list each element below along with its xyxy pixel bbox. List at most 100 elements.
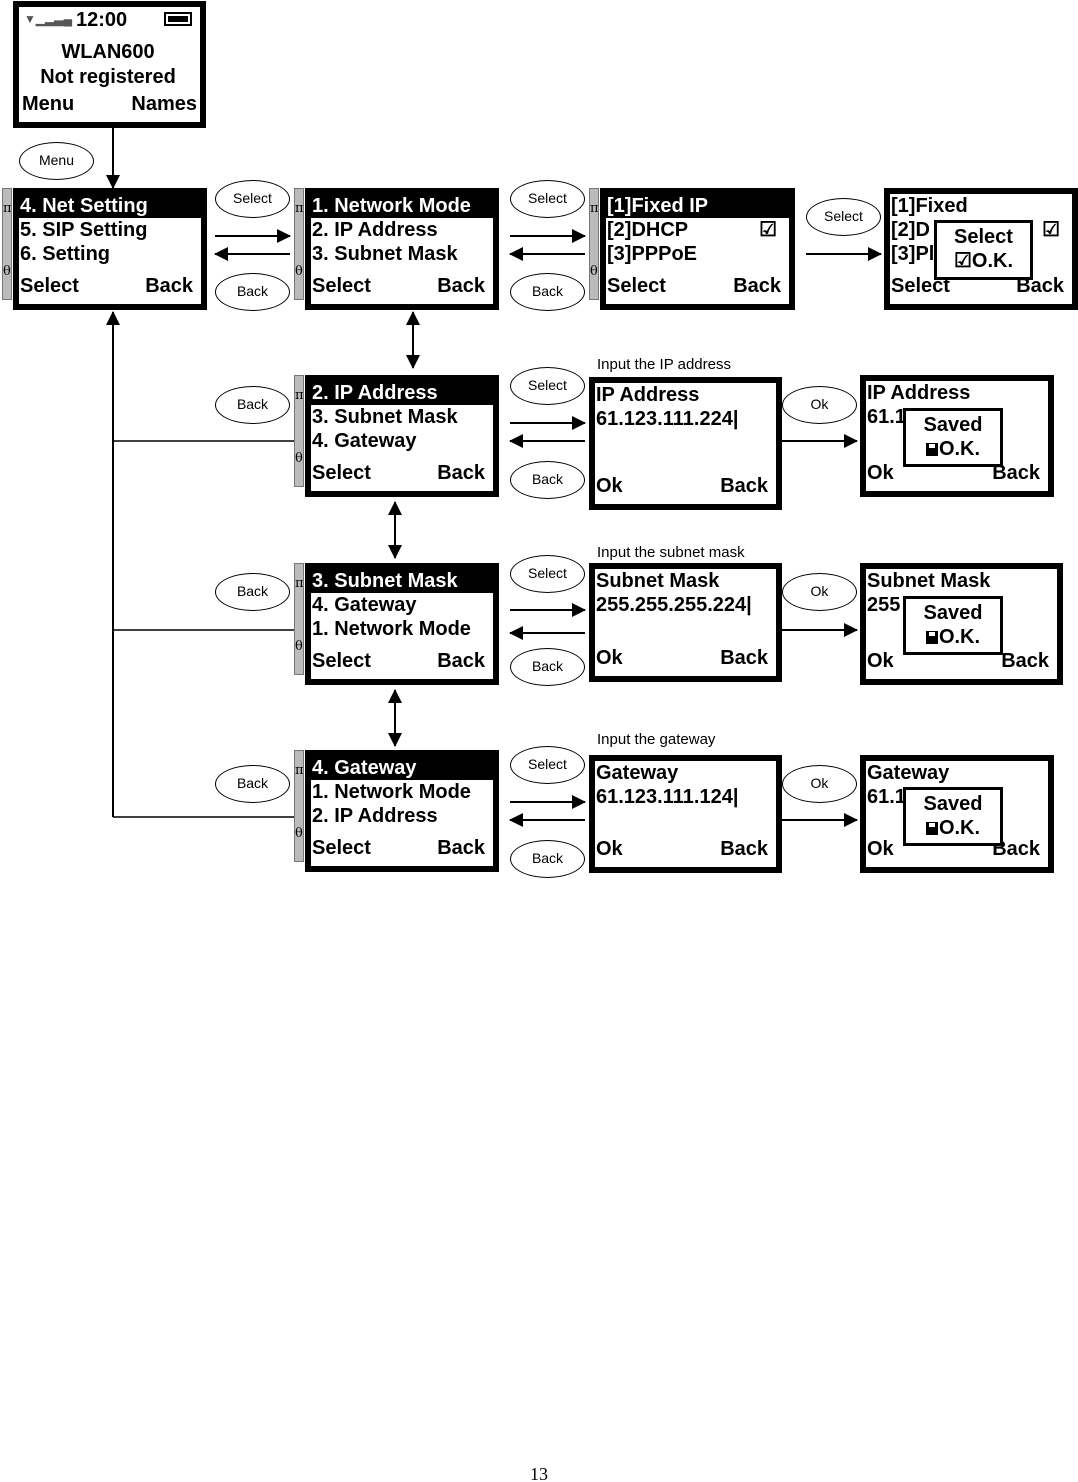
softkey-left[interactable]: Select <box>312 274 371 298</box>
screen-line: 2. IP Address <box>312 218 489 242</box>
scroll-up-icon: π <box>295 576 304 591</box>
softkey-right[interactable]: Back <box>720 646 768 670</box>
line-text: 4. Gateway <box>312 430 417 452</box>
softkey-right[interactable]: Back <box>733 274 781 298</box>
softkey-left[interactable]: Ok <box>596 646 623 670</box>
line-text: 5. SIP Setting <box>20 219 148 241</box>
key-ok-button[interactable]: Ok <box>782 386 857 424</box>
softkey-right[interactable]: Back <box>437 274 485 298</box>
floppy-disk-icon <box>925 443 938 456</box>
scrollbar[interactable]: πθ <box>2 188 12 300</box>
line-text: 1. Network Mode <box>312 618 471 640</box>
screen-line: IP Address <box>867 381 1044 405</box>
key-select-button[interactable]: Select <box>510 555 585 593</box>
softkey-left[interactable]: Select <box>20 274 79 298</box>
key-back-button[interactable]: Back <box>215 386 290 424</box>
scroll-up-icon: π <box>590 201 599 216</box>
line-text: 2. IP Address <box>312 382 438 404</box>
softkey-right[interactable]: Back <box>1001 649 1049 673</box>
scroll-down-icon: θ <box>295 826 303 841</box>
line-text: 3. Subnet Mask <box>312 570 458 592</box>
popup-ok[interactable]: O.K. <box>906 625 1000 649</box>
key-back-button[interactable]: Back <box>215 765 290 803</box>
popup-ok[interactable]: O.K. <box>906 816 1000 840</box>
screen-line: 3. Subnet Mask <box>311 569 493 593</box>
screen-mode-list: [1]Fixed IP [2]DHCP ☑ [3]PPPoE Select Back <box>600 188 795 310</box>
scroll-down-icon: θ <box>295 451 303 466</box>
softkey-right[interactable]: Back <box>437 461 485 485</box>
key-select-button[interactable]: Select <box>510 746 585 784</box>
page-number: 13 <box>530 1464 548 1482</box>
key-select-button[interactable]: Select <box>510 180 585 218</box>
screen-line: 2. IP Address <box>311 381 493 405</box>
line-text: Subnet Mask <box>867 570 991 592</box>
key-back-button[interactable]: Back <box>510 840 585 878</box>
key-select-button[interactable]: Select <box>510 367 585 405</box>
key-ok-button[interactable]: Ok <box>782 765 857 803</box>
line-text: IP Address <box>596 384 700 406</box>
scroll-up-icon: π <box>295 201 304 216</box>
softkey-menu[interactable]: Menu <box>22 92 74 116</box>
line-text: Subnet Mask <box>596 570 720 592</box>
scrollbar[interactable]: πθ <box>294 188 304 300</box>
scrollbar[interactable]: πθ <box>589 188 599 300</box>
line-text: [2]DHCP <box>607 219 689 241</box>
scrollbar[interactable]: πθ <box>294 563 304 675</box>
line-text: 1. Network Mode <box>312 195 471 217</box>
popup-select: Select ☑O.K. <box>934 220 1033 280</box>
time-label: 12:00 <box>76 9 128 31</box>
softkey-names[interactable]: Names <box>131 92 197 116</box>
screen-line: Gateway <box>596 761 772 785</box>
screen-line: 1. Network Mode <box>312 617 489 641</box>
line-text: 255.255.255.224| <box>596 594 752 616</box>
floppy-disk-icon <box>925 631 938 644</box>
softkey-right[interactable]: Back <box>720 474 768 498</box>
screen-line: Gateway <box>867 761 1044 785</box>
softkey-left[interactable]: Select <box>607 274 666 298</box>
line-text: [3]Pl <box>891 243 935 265</box>
key-select-button[interactable]: Select <box>215 180 290 218</box>
caption-ip: Input the IP address <box>597 356 731 373</box>
popup-ok[interactable]: ☑O.K. <box>937 249 1030 273</box>
line-text: Gateway <box>596 762 679 784</box>
screen-line: 4. Gateway <box>312 593 489 617</box>
ok-text: O.K. <box>938 817 981 839</box>
softkey-left[interactable]: Select <box>312 649 371 673</box>
softkey-right[interactable]: Back <box>437 836 485 860</box>
key-back-button[interactable]: Back <box>510 273 585 311</box>
softkey-right[interactable]: Back <box>437 649 485 673</box>
softkey-left[interactable]: Ok <box>867 837 894 861</box>
key-select-button[interactable]: Select <box>806 198 881 236</box>
softkey-left[interactable]: Ok <box>596 474 623 498</box>
softkey-left[interactable]: Select <box>312 836 371 860</box>
line-text: 1. Network Mode <box>312 781 471 803</box>
screen-net-ip-address: 2. IP Address 3. Subnet Mask 4. Gateway Sel… <box>305 375 499 497</box>
screen-net-network-mode: 1. Network Mode 2. IP Address 3. Subnet Ma… <box>305 188 499 310</box>
scrollbar[interactable]: πθ <box>294 375 304 487</box>
key-back-button[interactable]: Back <box>215 273 290 311</box>
screen-net-gateway: 4. Gateway 1. Network Mode 2. IP Address Se… <box>305 750 499 872</box>
line-text: 4. Gateway <box>312 594 417 616</box>
screen-line: 4. Net Setting <box>19 194 201 218</box>
key-back-button[interactable]: Back <box>215 573 290 611</box>
device-name: WLAN600 <box>61 41 155 63</box>
softkey-left[interactable]: Ok <box>867 649 894 673</box>
softkey-right[interactable]: Back <box>720 837 768 861</box>
key-back-button[interactable]: Back <box>510 461 585 499</box>
key-ok-button[interactable]: Ok <box>782 573 857 611</box>
scrollbar[interactable]: πθ <box>294 750 304 862</box>
popup-title: Saved <box>923 602 983 624</box>
key-back-button[interactable]: Back <box>510 648 585 686</box>
manual-page: ▼▁▂▃▄ 12:00 WLAN600 Not registered Menu … <box>0 0 1078 1482</box>
line-text: [1]Fixed <box>891 195 968 217</box>
softkey-left[interactable]: Select <box>312 461 371 485</box>
screen-line: 3. Subnet Mask <box>312 242 489 266</box>
popup-title: Saved <box>923 793 983 815</box>
popup-ok[interactable]: O.K. <box>906 437 1000 461</box>
softkey-left[interactable]: Ok <box>596 837 623 861</box>
softkey-right[interactable]: Back <box>145 274 193 298</box>
ok-text: O.K. <box>971 250 1014 272</box>
key-menu-button[interactable]: Menu <box>19 142 94 180</box>
softkey-left[interactable]: Ok <box>867 461 894 485</box>
status-bar: ▼▁▂▃▄ 12:00 <box>19 9 200 33</box>
